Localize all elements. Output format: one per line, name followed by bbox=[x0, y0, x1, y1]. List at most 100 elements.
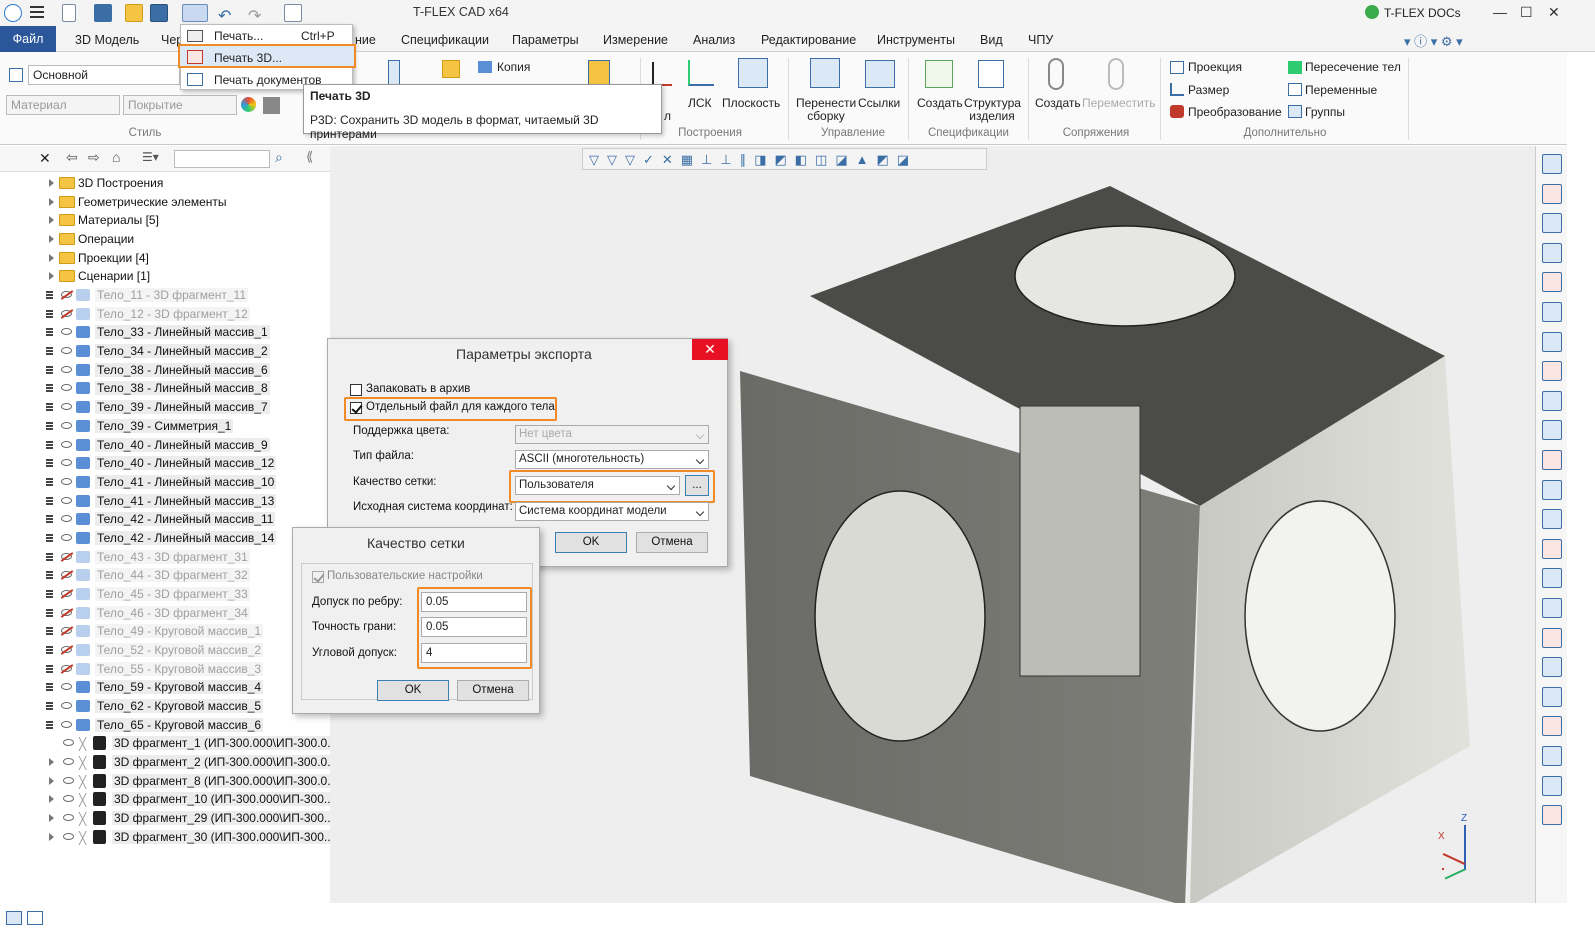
visibility-icon[interactable] bbox=[61, 403, 72, 411]
visibility-icon[interactable] bbox=[61, 496, 72, 504]
tab-hidden[interactable]: ние bbox=[355, 33, 376, 47]
drag-handle-icon[interactable] bbox=[46, 328, 53, 337]
expand-icon[interactable] bbox=[49, 235, 54, 244]
links-icon[interactable] bbox=[865, 60, 895, 88]
file-type-select[interactable]: ASCII (многотельность) bbox=[515, 450, 709, 469]
links-button[interactable]: Ссылки bbox=[858, 97, 900, 110]
transfer-assembly-icon[interactable] bbox=[810, 58, 840, 88]
tree-body[interactable]: Тело_49 - Круговой массив_1 bbox=[46, 622, 264, 640]
mesh-quality-ellipsis-button[interactable]: ... bbox=[685, 475, 709, 496]
tab-parameters[interactable]: Параметры bbox=[512, 33, 579, 47]
sidebar-tool-icon[interactable] bbox=[1542, 450, 1562, 470]
expand-icon[interactable] bbox=[49, 776, 54, 785]
visibility-icon[interactable] bbox=[61, 421, 72, 429]
filter-icons[interactable]: ▽▽▽✓✕▦⊥⊥∥◨◩◧◫◪▲◩◪ bbox=[589, 152, 917, 168]
tab-tools[interactable]: Инструменты bbox=[877, 33, 955, 47]
tree-body[interactable]: Тело_42 - Линейный массив_14 bbox=[46, 529, 277, 547]
visibility-icon[interactable] bbox=[61, 384, 72, 392]
mesh-quality-select[interactable]: Пользователя bbox=[515, 476, 680, 495]
menu-print[interactable]: Печать... bbox=[214, 29, 263, 43]
tree-folder[interactable]: Проекции [4] bbox=[49, 249, 149, 267]
search-icon[interactable]: ⌕ bbox=[275, 149, 283, 166]
visibility-icon[interactable] bbox=[61, 589, 72, 597]
tree-body[interactable]: Тело_45 - 3D фрагмент_33 bbox=[46, 585, 250, 603]
sidebar-tool-icon[interactable] bbox=[1542, 213, 1562, 234]
copy-button[interactable]: Копия bbox=[497, 61, 530, 74]
open-folder-icon[interactable] bbox=[125, 4, 143, 22]
tree-body[interactable]: Тело_39 - Линейный массив_7 bbox=[46, 398, 270, 416]
mate-create-button[interactable]: Создать bbox=[1035, 97, 1081, 110]
layout-split-icon[interactable] bbox=[27, 911, 43, 925]
drag-handle-icon[interactable] bbox=[46, 515, 53, 524]
expand-icon[interactable] bbox=[49, 795, 54, 804]
create-spec-button[interactable]: Создать bbox=[917, 97, 963, 110]
tree-fragment[interactable]: ╳ 3D фрагмент_29 (ИП-300.000\ИП-300.... bbox=[49, 809, 340, 827]
tab-cnc[interactable]: ЧПУ bbox=[1028, 33, 1053, 47]
minimize-button[interactable]: — bbox=[1493, 4, 1507, 20]
tree-body[interactable]: Тело_41 - Линейный массив_10 bbox=[46, 473, 277, 491]
forward-icon[interactable]: ⇨ bbox=[88, 149, 100, 166]
visibility-icon[interactable] bbox=[61, 683, 72, 691]
lsk-icon[interactable] bbox=[688, 60, 714, 86]
create-spec-icon[interactable] bbox=[925, 60, 953, 88]
print-icon[interactable] bbox=[182, 4, 208, 22]
drag-handle-icon[interactable] bbox=[46, 291, 53, 300]
tree-body[interactable]: Тело_41 - Линейный массив_13 bbox=[46, 492, 277, 510]
menu-print3d[interactable]: Печать 3D... bbox=[214, 51, 282, 65]
visibility-icon[interactable] bbox=[61, 309, 72, 317]
drag-handle-icon[interactable] bbox=[46, 552, 53, 561]
visibility-icon[interactable] bbox=[61, 533, 72, 541]
angle-tol-input[interactable]: 4 bbox=[421, 643, 527, 663]
product-structure-button[interactable]: Структура изделия bbox=[964, 97, 1021, 123]
drag-handle-icon[interactable] bbox=[46, 347, 53, 356]
drag-handle-icon[interactable] bbox=[46, 571, 53, 580]
app-logo-icon[interactable] bbox=[4, 4, 22, 22]
drag-handle-icon[interactable] bbox=[46, 459, 53, 468]
home-icon[interactable]: ⌂ bbox=[112, 149, 120, 165]
mesh-cancel-button[interactable]: Отмена bbox=[457, 680, 529, 701]
sidebar-tool-icon[interactable] bbox=[1542, 479, 1562, 500]
sidebar-tool-icon[interactable] bbox=[1542, 686, 1562, 707]
expand-icon[interactable] bbox=[49, 216, 54, 225]
new-3d-icon[interactable] bbox=[94, 4, 112, 22]
sidebar-tool-icon[interactable] bbox=[1542, 805, 1562, 826]
tree-body[interactable]: Тело_62 - Круговой массив_5 bbox=[46, 697, 264, 715]
visibility-icon[interactable] bbox=[61, 702, 72, 710]
drag-handle-icon[interactable] bbox=[46, 646, 53, 654]
drag-handle-icon[interactable] bbox=[46, 496, 53, 505]
layout-single-icon[interactable] bbox=[6, 911, 22, 925]
tab-analysis[interactable]: Анализ bbox=[693, 33, 735, 47]
groups-button[interactable]: Группы bbox=[1305, 106, 1345, 119]
material-combo[interactable]: Материал bbox=[6, 95, 120, 115]
visibility-icon[interactable] bbox=[61, 440, 72, 448]
drag-handle-icon[interactable] bbox=[46, 683, 53, 692]
color-picker-icon[interactable] bbox=[241, 97, 256, 112]
tab-file[interactable]: Файл bbox=[0, 26, 56, 52]
tree-fragment[interactable]: ╳ 3D фрагмент_10 (ИП-300.000\ИП-300.... bbox=[49, 790, 340, 808]
sidebar-tool-icon[interactable] bbox=[1542, 302, 1562, 322]
sidebar-tool-icon[interactable] bbox=[1542, 746, 1562, 766]
close-button[interactable]: ✕ bbox=[1548, 4, 1560, 21]
user-settings-checkbox[interactable] bbox=[312, 571, 324, 583]
sidebar-tool-icon[interactable] bbox=[1542, 598, 1562, 618]
collapse-panel-icon[interactable]: ⟪ bbox=[306, 149, 313, 165]
expand-icon[interactable] bbox=[49, 814, 54, 823]
tree-folder[interactable]: 3D Построения bbox=[49, 174, 163, 192]
visibility-icon[interactable] bbox=[63, 795, 74, 803]
mate-create-icon[interactable] bbox=[1048, 58, 1064, 90]
help-icon[interactable]: ▾ ⓘ ▾ ⚙ ▾ bbox=[1404, 31, 1463, 50]
sidebar-tool-icon[interactable] bbox=[1542, 361, 1562, 382]
transform-button[interactable]: Преобразование bbox=[1188, 106, 1282, 119]
sidebar-tool-icon[interactable] bbox=[1542, 272, 1562, 293]
visibility-icon[interactable] bbox=[61, 646, 72, 653]
drag-handle-icon[interactable] bbox=[46, 403, 53, 412]
intersection-button[interactable]: Пересечение тел bbox=[1305, 61, 1401, 74]
folder-op-icon[interactable] bbox=[442, 60, 460, 78]
size-button[interactable]: Размер bbox=[1188, 84, 1229, 97]
expand-icon[interactable] bbox=[49, 758, 54, 767]
drag-handle-icon[interactable] bbox=[46, 365, 53, 374]
tree-body[interactable]: Тело_44 - 3D фрагмент_32 bbox=[46, 566, 250, 584]
sidebar-tool-icon[interactable] bbox=[1542, 420, 1562, 441]
visibility-icon[interactable] bbox=[61, 627, 72, 635]
sidebar-tool-icon[interactable] bbox=[1542, 183, 1562, 204]
